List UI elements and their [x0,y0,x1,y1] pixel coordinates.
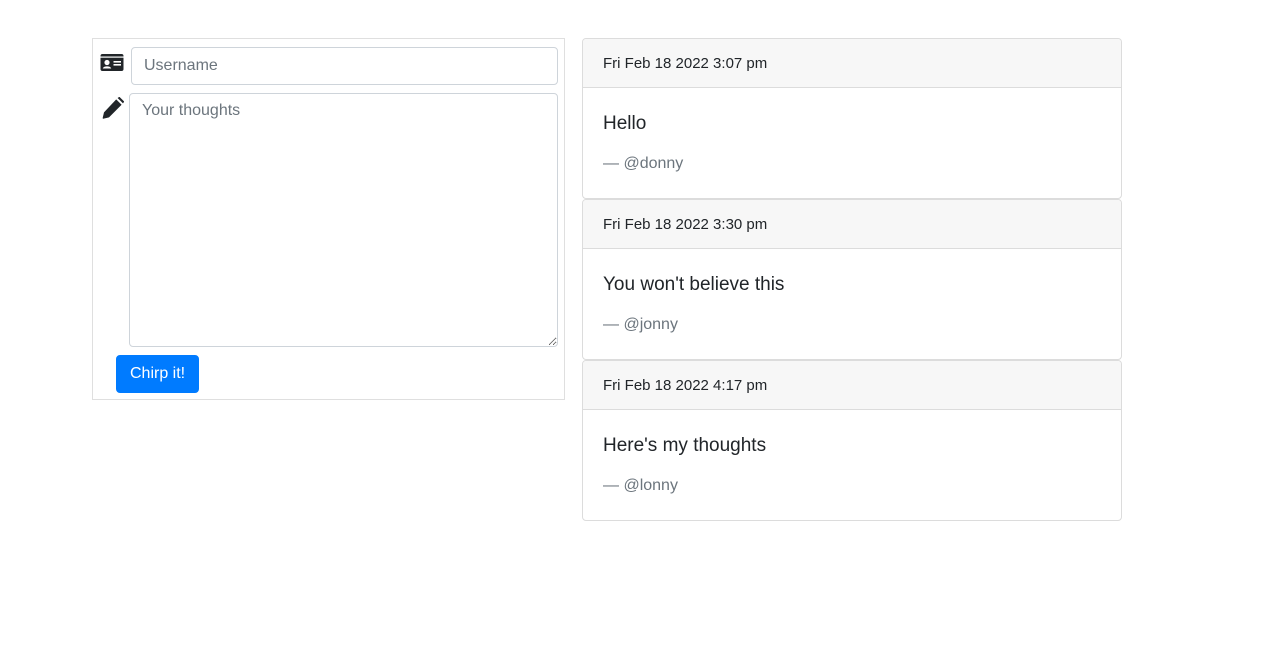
id-card-icon [100,53,124,75]
chirp-text: Here's my thoughts [603,435,767,456]
chirp-card: Fri Feb 18 2022 3:30 pm You won't believ… [582,199,1122,360]
username-input[interactable] [131,47,558,85]
chirp-body: Here's my thoughts — @lonny [583,410,1121,496]
page: Chirp it! Fri Feb 18 2022 3:07 pm Hello … [0,0,1271,663]
chirp-author: — @donny [603,155,684,172]
chirp-body: You won't believe this — @jonny [583,249,1121,335]
chirp-timestamp: Fri Feb 18 2022 4:17 pm [583,361,1121,410]
compose-form: Chirp it! [92,38,565,400]
chirp-author: — @lonny [603,477,678,494]
chirp-timestamp: Fri Feb 18 2022 3:07 pm [583,39,1121,88]
chirp-card: Fri Feb 18 2022 4:17 pm Here's my though… [582,360,1122,521]
chirp-text: You won't believe this [603,274,785,295]
chirp-author: — @jonny [603,316,678,333]
chirp-timestamp: Fri Feb 18 2022 3:30 pm [583,200,1121,249]
chirp-body: Hello — @donny [583,88,1121,174]
thoughts-textarea[interactable] [129,93,558,347]
chirp-card: Fri Feb 18 2022 3:07 pm Hello — @donny [582,38,1122,199]
chirp-text: Hello [603,113,647,134]
chirp-feed: Fri Feb 18 2022 3:07 pm Hello — @donny F… [582,38,1122,521]
pencil-icon [100,97,124,119]
chirp-it-button[interactable]: Chirp it! [116,355,200,393]
